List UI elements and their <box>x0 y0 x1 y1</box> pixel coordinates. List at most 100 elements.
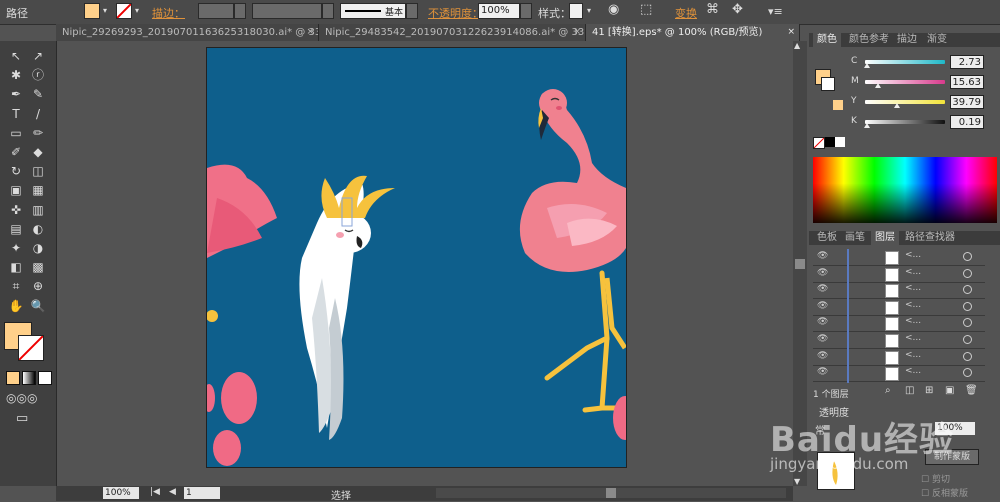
eye-icon[interactable]: 👁 <box>817 367 828 377</box>
scroll-down-icon[interactable]: ▼ <box>794 477 800 486</box>
variable-width-select[interactable] <box>252 3 322 19</box>
opacity-link[interactable]: 不透明度： <box>428 5 483 21</box>
color-spectrum[interactable] <box>813 157 997 223</box>
tab-color-guide[interactable]: 颜色参考 <box>845 33 893 47</box>
none-swatch[interactable] <box>813 137 825 149</box>
panel-menu-icon[interactable]: ▾≡ <box>768 5 783 18</box>
screen-mode-icon[interactable]: ▭ <box>16 411 28 426</box>
tool-16-icon[interactable]: ✜ <box>6 201 26 219</box>
channel-value-Y[interactable]: 39.79 <box>950 95 984 109</box>
clipping-mask-icon[interactable]: ◫ <box>905 385 914 396</box>
target-icon[interactable] <box>963 318 972 328</box>
eye-icon[interactable]: 👁 <box>817 284 828 294</box>
horizontal-scrollbar[interactable] <box>436 488 786 498</box>
transform-link[interactable]: 变换 <box>675 5 697 21</box>
slider-knob[interactable] <box>864 63 871 68</box>
style-swatch[interactable] <box>569 3 583 19</box>
channel-slider-C[interactable] <box>864 60 945 68</box>
tool-4-icon[interactable]: ✒ <box>6 85 26 103</box>
layer-row[interactable]: 👁 <... <box>813 299 985 316</box>
color-mode-icon[interactable] <box>6 371 20 385</box>
stroke-link[interactable]: 描边： <box>152 5 185 21</box>
tool-3-icon[interactable]: ⓡ <box>28 66 48 84</box>
target-icon[interactable] <box>963 351 972 361</box>
tool-12-icon[interactable]: ↻ <box>6 162 26 180</box>
tab-document-2[interactable]: Nipic_29483542_20190703122623914086.ai* … <box>319 24 586 41</box>
eye-icon[interactable]: 👁 <box>817 251 828 261</box>
close-icon[interactable]: × <box>787 24 795 41</box>
page-input[interactable]: 1 <box>184 487 220 499</box>
new-layer-icon[interactable]: ▣ <box>945 385 954 396</box>
close-icon[interactable]: × <box>573 24 581 41</box>
tool-0-icon[interactable]: ↖ <box>6 47 26 65</box>
variable-width-dropdown[interactable] <box>322 3 334 19</box>
style-dropdown-icon[interactable]: ▾ <box>584 3 594 19</box>
slider-knob[interactable] <box>863 123 870 128</box>
tool-24-icon[interactable]: ⌗ <box>6 277 26 295</box>
white-swatch[interactable] <box>835 137 845 147</box>
out-of-gamut-swatch[interactable] <box>833 100 843 110</box>
tool-7-icon[interactable]: / <box>28 105 48 123</box>
first-page-icon[interactable]: |◀ <box>150 487 160 497</box>
tool-5-icon[interactable]: ✎ <box>28 85 48 103</box>
invert-mask-checkbox[interactable]: ☐ 反相蒙版 <box>921 486 968 499</box>
stroke-dropdown-icon[interactable]: ▾ <box>132 3 142 19</box>
transform-again-icon[interactable]: ✥ <box>732 2 743 17</box>
opacity-dropdown[interactable] <box>520 3 532 19</box>
tool-25-icon[interactable]: ⊕ <box>28 277 48 295</box>
clip-checkbox[interactable]: ☐ 剪切 <box>921 472 950 485</box>
delete-icon[interactable]: 🗑 <box>965 385 978 396</box>
eye-icon[interactable]: 👁 <box>817 351 828 361</box>
brush-dropdown[interactable] <box>406 3 418 19</box>
stroke-weight-input[interactable] <box>198 3 234 19</box>
stroke-weight-dropdown[interactable] <box>234 3 246 19</box>
tool-23-icon[interactable]: ▩ <box>28 258 48 276</box>
tool-17-icon[interactable]: ▥ <box>28 201 48 219</box>
tab-pathfinder[interactable]: 路径查找器 <box>901 231 959 245</box>
tool-11-icon[interactable]: ◆ <box>28 143 48 161</box>
target-icon[interactable] <box>963 285 972 295</box>
stroke-color-swatch[interactable] <box>18 335 44 361</box>
layer-row[interactable]: 👁 <... <box>813 332 985 349</box>
tab-swatches[interactable]: 色板 <box>813 231 841 245</box>
locate-object-icon[interactable]: ⌕ <box>885 385 891 396</box>
zoom-input[interactable]: 100% <box>103 487 139 499</box>
close-icon[interactable]: × <box>306 24 314 41</box>
new-sublayer-icon[interactable]: ⊞ <box>925 385 933 396</box>
tab-document-1[interactable]: Nipic_29269293_20190701163625318030.ai* … <box>56 24 319 41</box>
scroll-up-icon[interactable]: ▲ <box>794 41 800 50</box>
tab-gradient[interactable]: 渐变 <box>923 33 951 47</box>
tool-27-icon[interactable]: 🔍 <box>28 297 48 315</box>
black-swatch[interactable] <box>825 137 835 147</box>
eye-icon[interactable]: 👁 <box>817 334 828 344</box>
channel-slider-Y[interactable] <box>865 100 945 108</box>
tab-color[interactable]: 颜色 <box>813 33 841 47</box>
target-icon[interactable] <box>963 368 972 378</box>
hscroll-thumb[interactable] <box>606 488 616 498</box>
opacity-input[interactable]: 100% <box>478 3 520 19</box>
channel-slider-K[interactable] <box>863 120 945 128</box>
tool-1-icon[interactable]: ↗ <box>28 47 48 65</box>
tool-19-icon[interactable]: ◐ <box>28 220 48 238</box>
layer-row[interactable]: 👁 <... <box>813 266 985 283</box>
channel-value-C[interactable]: 2.73 <box>950 55 984 69</box>
layer-row[interactable]: 👁 <... <box>813 365 985 383</box>
tool-21-icon[interactable]: ◑ <box>28 239 48 257</box>
layer-row[interactable]: 👁 <... <box>813 315 985 333</box>
eye-icon[interactable]: 👁 <box>817 317 828 327</box>
layer-row[interactable]: 👁 <... <box>813 349 985 366</box>
channel-value-K[interactable]: 0.19 <box>950 115 984 129</box>
panel-stroke-swatch[interactable] <box>821 77 835 91</box>
fill-dropdown-icon[interactable]: ▾ <box>100 3 110 19</box>
eye-icon[interactable]: 👁 <box>817 268 828 278</box>
tool-22-icon[interactable]: ◧ <box>6 258 26 276</box>
isolate-icon[interactable]: ⌘ <box>706 2 719 17</box>
tool-9-icon[interactable]: ✏ <box>28 124 48 142</box>
tool-20-icon[interactable]: ✦ <box>6 239 26 257</box>
recolor-icon[interactable]: ◉ <box>608 2 619 17</box>
tool-18-icon[interactable]: ▤ <box>6 220 26 238</box>
channel-value-M[interactable]: 15.63 <box>950 75 984 89</box>
draw-mode-icon[interactable]: ◎◎◎ <box>6 391 37 405</box>
tool-10-icon[interactable]: ✐ <box>6 143 26 161</box>
target-icon[interactable] <box>963 268 972 278</box>
